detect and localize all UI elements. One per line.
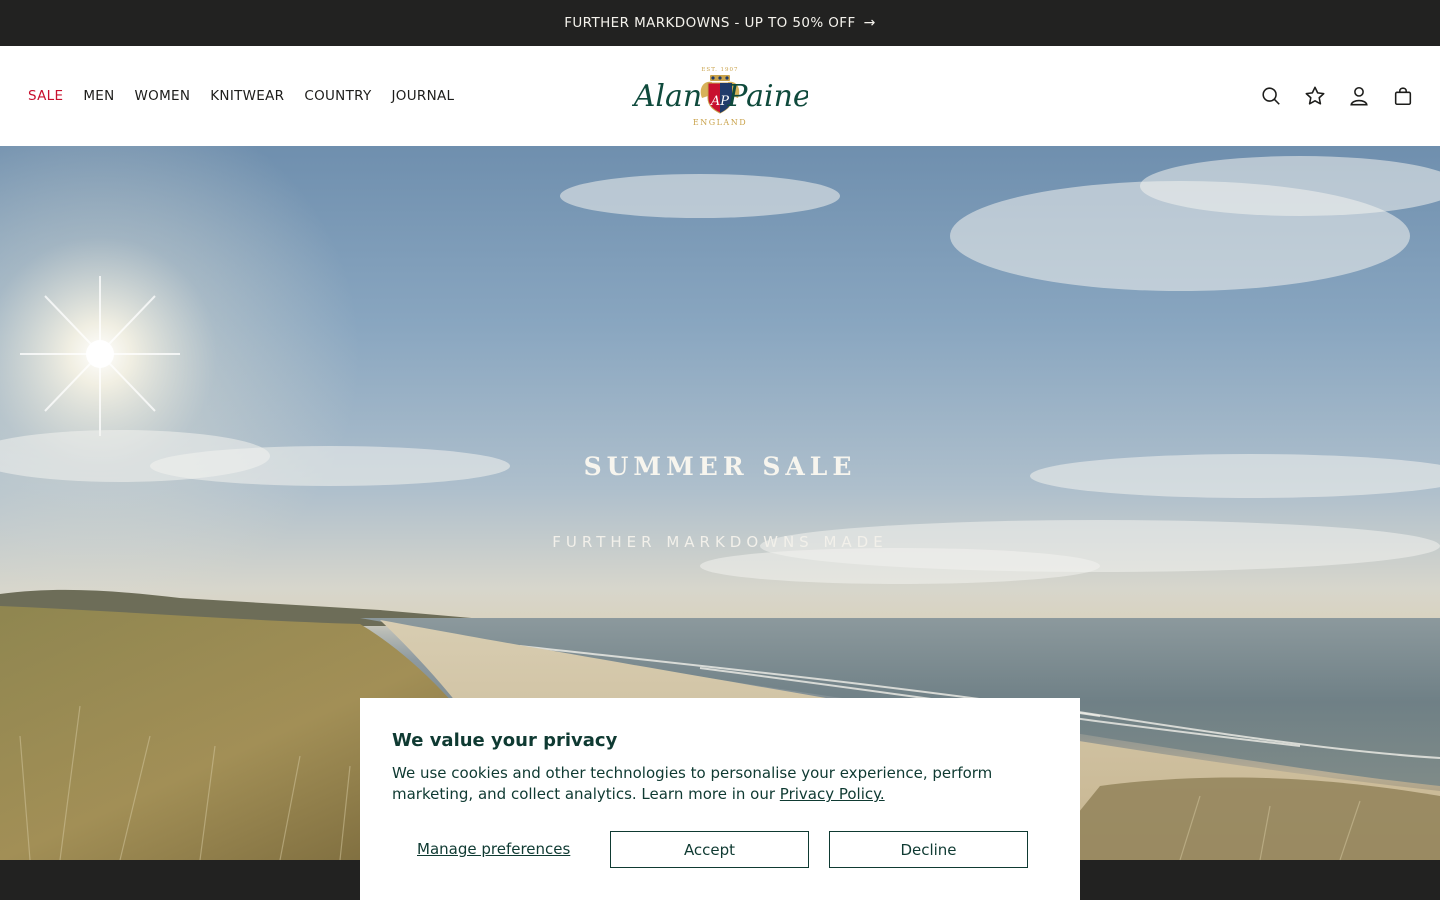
logo-wordmark-left: Alan: [632, 79, 702, 114]
nav-item-sale[interactable]: SALE: [28, 88, 63, 104]
announcement-text[interactable]: FURTHER MARKDOWNS - UP TO 50% OFF: [564, 15, 855, 31]
account-icon[interactable]: [1348, 85, 1370, 107]
star-icon[interactable]: [1304, 85, 1326, 107]
accept-button[interactable]: Accept: [610, 831, 809, 868]
logo-mark: EST. 1907 AP Alan Paine ENGLAND: [631, 67, 811, 127]
search-icon[interactable]: [1260, 85, 1282, 107]
cookie-body: We use cookies and other technologies to…: [392, 763, 1048, 805]
main-nav: SALE MEN WOMEN KNITWEAR COUNTRY JOURNAL: [28, 46, 454, 146]
header-actions: [1260, 46, 1414, 146]
privacy-policy-link[interactable]: Privacy Policy.: [780, 785, 885, 803]
logo-country: ENGLAND: [693, 118, 747, 127]
logo-est: EST. 1907: [701, 67, 738, 73]
site-header: SALE MEN WOMEN KNITWEAR COUNTRY JOURNAL …: [0, 46, 1440, 146]
announcement-bar[interactable]: FURTHER MARKDOWNS - UP TO 50% OFF →: [0, 0, 1440, 46]
arrow-right-icon: →: [863, 15, 876, 31]
logo-wordmark-right: Paine: [726, 79, 808, 114]
hero-title: SUMMER SALE: [583, 452, 857, 481]
bag-icon[interactable]: [1392, 85, 1414, 107]
cookie-body-text: We use cookies and other technologies to…: [392, 764, 993, 803]
cookie-title: We value your privacy: [392, 730, 618, 751]
nav-item-country[interactable]: COUNTRY: [304, 88, 371, 104]
nav-item-men[interactable]: MEN: [83, 88, 114, 104]
nav-item-journal[interactable]: JOURNAL: [392, 88, 455, 104]
nav-item-women[interactable]: WOMEN: [135, 88, 191, 104]
cookie-actions: Manage preferences Accept Decline: [392, 831, 1048, 868]
manage-preferences-link[interactable]: Manage preferences: [417, 831, 570, 868]
nav-item-knitwear[interactable]: KNITWEAR: [210, 88, 284, 104]
brand-logo[interactable]: EST. 1907 AP Alan Paine ENGLAND: [631, 62, 811, 128]
hero-subtitle: FURTHER MARKDOWNS MADE: [552, 533, 888, 551]
decline-button[interactable]: Decline: [829, 831, 1028, 868]
cookie-consent-banner: We value your privacy We use cookies and…: [360, 698, 1080, 900]
